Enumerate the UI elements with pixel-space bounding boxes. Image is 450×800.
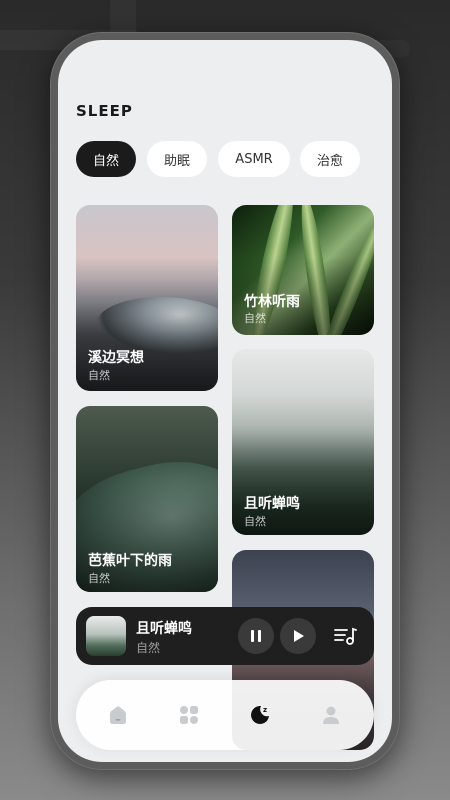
pause-button[interactable]: [238, 618, 274, 654]
sound-card-stream-meditation[interactable]: 溪边冥想 自然: [76, 205, 218, 391]
tab-home[interactable]: [106, 703, 130, 727]
play-icon: [294, 630, 304, 642]
pause-icon: [251, 630, 261, 642]
card-subtitle: 自然: [244, 515, 266, 528]
tab-discover[interactable]: [177, 703, 201, 727]
tab-nature[interactable]: 自然: [76, 141, 136, 177]
tab-sleep-aid[interactable]: 助眠: [147, 141, 207, 177]
tab-healing[interactable]: 治愈: [300, 141, 360, 177]
player-subtitle: 自然: [136, 641, 161, 655]
sound-card-cicada[interactable]: 且听蝉鸣 自然: [232, 349, 374, 535]
app-title: SLEEP: [76, 102, 133, 120]
card-subtitle: 自然: [88, 369, 110, 382]
playlist-icon: [334, 627, 357, 645]
card-title: 溪边冥想: [88, 350, 144, 366]
app-screen: SLEEP 自然 助眠 ASMR 治愈 溪边冥想 自然 竹林听雨 自然 芭蕉叶下…: [58, 40, 392, 762]
play-button[interactable]: [280, 618, 316, 654]
tab-asmr[interactable]: ASMR: [218, 141, 290, 177]
svg-text:z: z: [263, 706, 267, 714]
grid-icon: [180, 706, 198, 724]
card-title: 且听蝉鸣: [244, 496, 300, 512]
card-title: 芭蕉叶下的雨: [88, 553, 172, 569]
mini-player[interactable]: 且听蝉鸣 自然: [76, 607, 374, 665]
bottom-tab-bar: z: [76, 680, 374, 750]
playlist-button[interactable]: [333, 624, 357, 648]
card-title: 竹林听雨: [244, 294, 300, 310]
card-subtitle: 自然: [244, 312, 266, 325]
home-icon: [110, 706, 126, 724]
sound-card-bamboo-rain[interactable]: 竹林听雨 自然: [232, 205, 374, 335]
profile-icon: [323, 706, 339, 724]
player-title: 且听蝉鸣: [136, 621, 192, 637]
phone-frame: SLEEP 自然 助眠 ASMR 治愈 溪边冥想 自然 竹林听雨 自然 芭蕉叶下…: [50, 32, 400, 770]
tab-profile[interactable]: [319, 703, 343, 727]
card-subtitle: 自然: [88, 572, 110, 585]
tab-sleep[interactable]: z: [248, 703, 272, 727]
sound-card-banana-leaf-rain[interactable]: 芭蕉叶下的雨 自然: [76, 406, 218, 592]
sleep-moon-icon: z: [251, 705, 269, 724]
player-thumbnail: [86, 616, 126, 656]
